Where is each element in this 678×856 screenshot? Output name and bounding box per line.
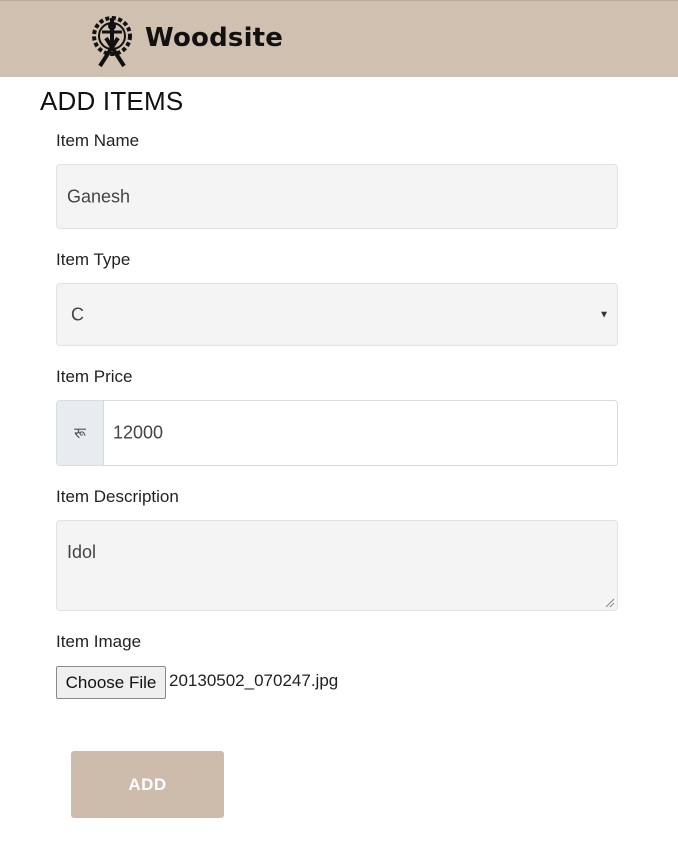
- item-image-label: Item Image: [56, 632, 142, 651]
- woodcraft-logo-icon[interactable]: [88, 12, 136, 68]
- item-description-label: Item Description: [56, 487, 179, 506]
- item-name-input[interactable]: Ganesh: [56, 164, 618, 229]
- chevron-down-icon: ▼: [599, 309, 609, 320]
- selected-file-name: 20130502_070247.jpg: [169, 671, 339, 690]
- add-button[interactable]: ADD: [71, 751, 224, 818]
- page-title: ADD ITEMS: [40, 86, 184, 116]
- site-header: Woodsite: [0, 0, 678, 77]
- item-description-value: Idol: [67, 542, 97, 562]
- item-description-textarea[interactable]: Idol: [56, 520, 618, 611]
- item-price-value[interactable]: 12000: [113, 423, 163, 444]
- item-price-label: Item Price: [56, 367, 133, 386]
- item-price-input-group[interactable]: रू 12000: [56, 400, 618, 466]
- item-type-label: Item Type: [56, 250, 131, 269]
- currency-addon: रू: [57, 401, 104, 465]
- item-type-select[interactable]: C ▼: [56, 283, 618, 346]
- brand-name[interactable]: Woodsite: [145, 23, 283, 53]
- item-name-label: Item Name: [56, 131, 140, 150]
- choose-file-button[interactable]: Choose File: [56, 666, 166, 699]
- resize-handle-icon[interactable]: [605, 598, 615, 608]
- item-name-value: Ganesh: [67, 186, 131, 206]
- item-type-value: C: [71, 304, 84, 324]
